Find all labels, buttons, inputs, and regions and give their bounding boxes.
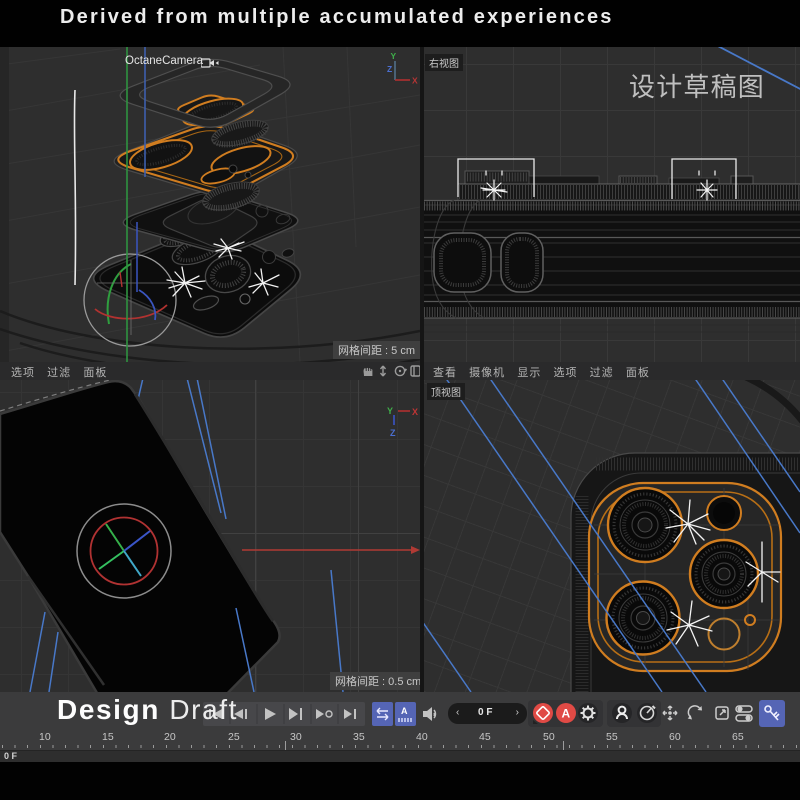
svg-text:Z: Z bbox=[387, 64, 392, 74]
svg-text:Y: Y bbox=[387, 406, 393, 416]
svg-text:X: X bbox=[412, 407, 418, 417]
svg-text:Z: Z bbox=[390, 428, 396, 438]
svg-text:Y: Y bbox=[391, 51, 397, 61]
svg-text:A: A bbox=[562, 707, 571, 721]
svg-text:X: X bbox=[412, 76, 418, 86]
svg-text:A: A bbox=[401, 706, 408, 716]
